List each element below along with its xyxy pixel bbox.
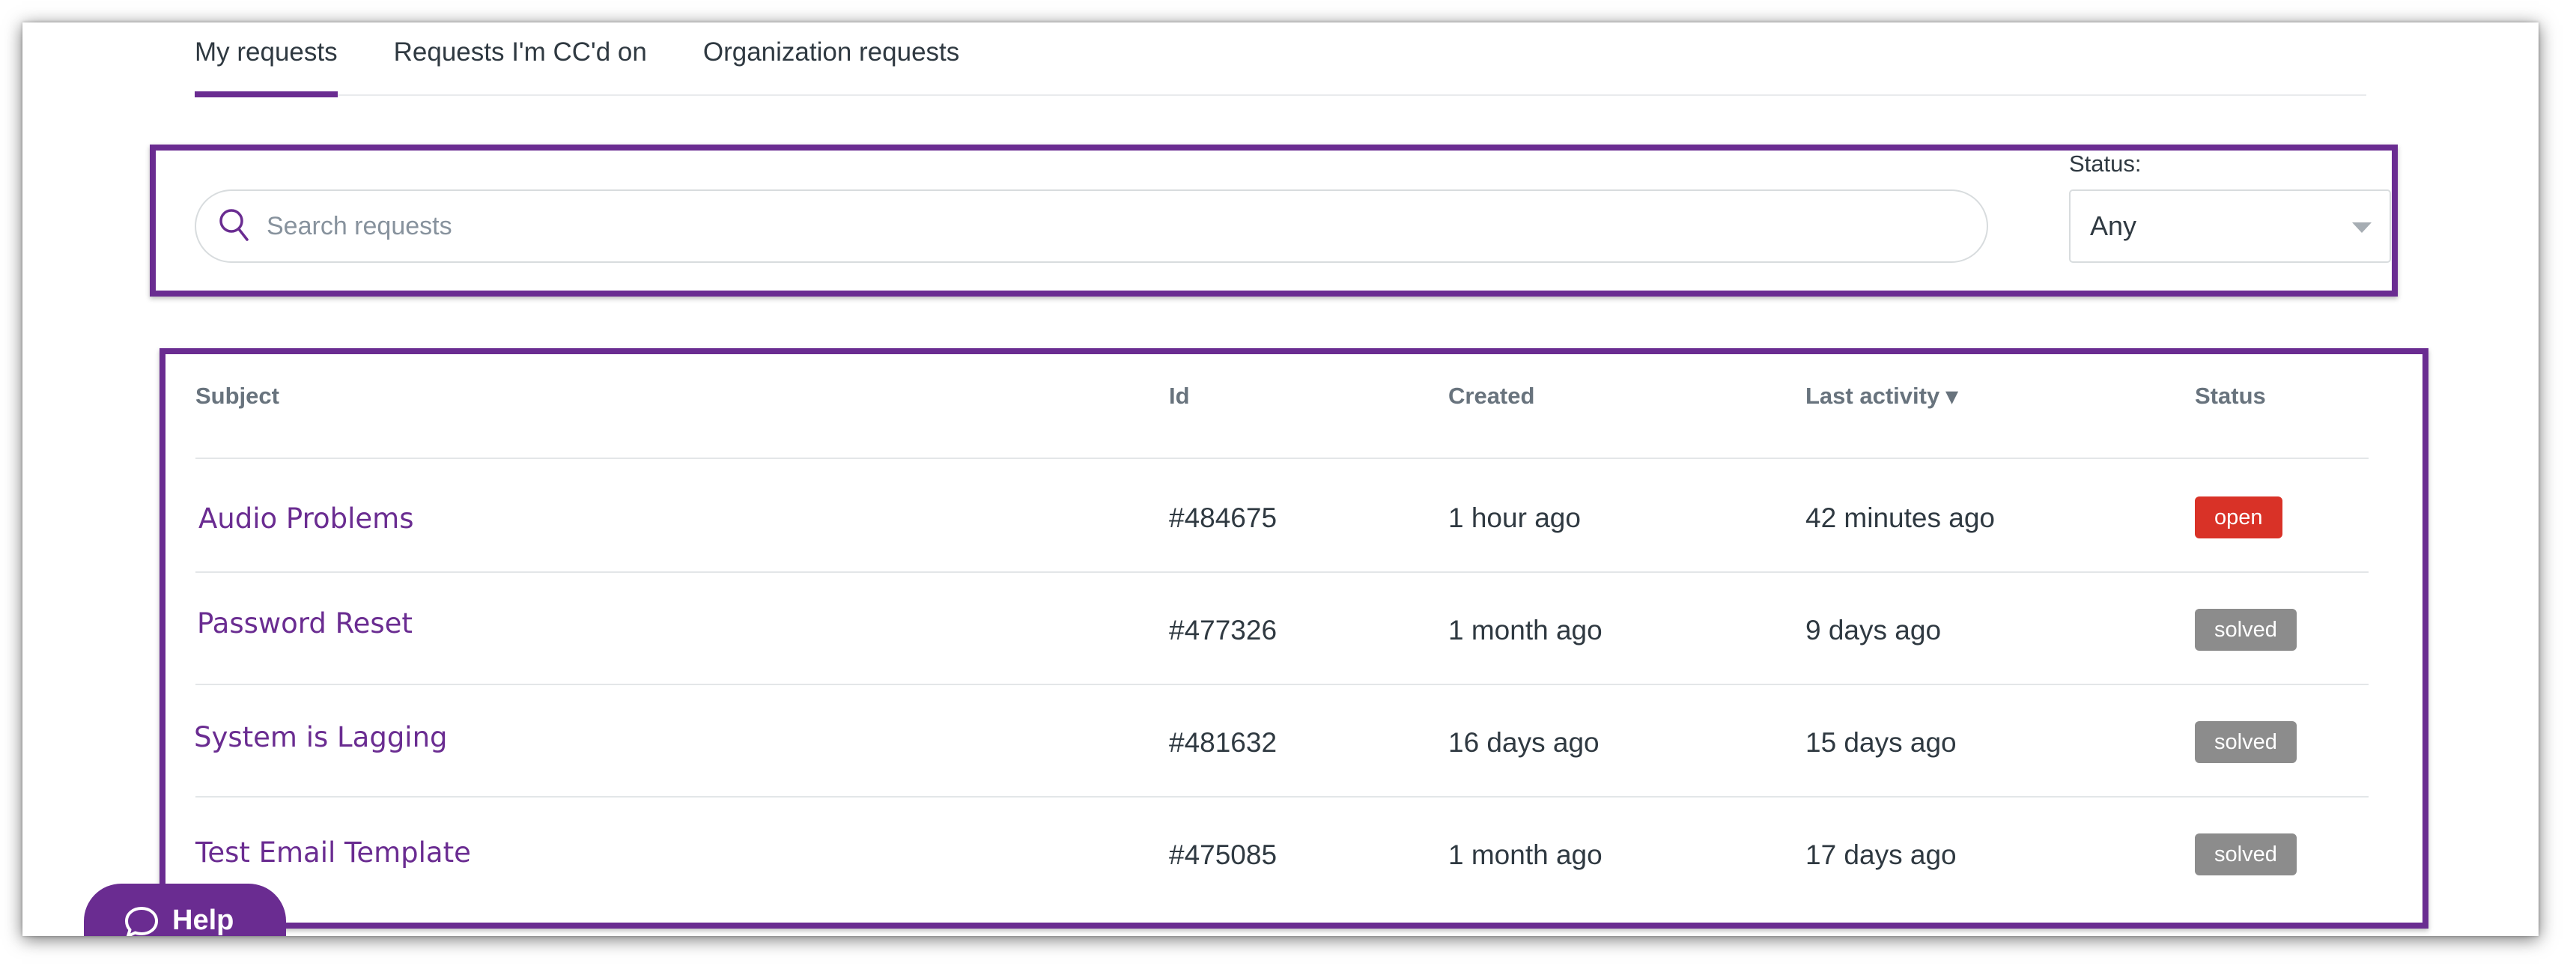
request-id: #475085	[1169, 839, 1278, 870]
request-subject-link[interactable]: Password Reset	[197, 607, 413, 640]
request-subject-link[interactable]: Test Email Template	[195, 836, 471, 869]
request-created: 1 month ago	[1448, 839, 1603, 870]
request-created: 1 month ago	[1448, 615, 1603, 646]
column-header-last-activity[interactable]: Last activity ▾	[1805, 383, 1957, 410]
table-row[interactable]: System is Lagging #481632 16 days ago 15…	[194, 685, 2369, 798]
request-last-activity: 42 minutes ago	[1805, 502, 1996, 533]
chat-bubble-icon	[123, 905, 172, 936]
request-subject-link[interactable]: Audio Problems	[198, 502, 413, 535]
tab-cc-requests[interactable]: Requests I'm CC'd on	[394, 22, 647, 96]
request-tabs: My requests Requests I'm CC'd on Organiz…	[195, 22, 2366, 97]
column-header-created[interactable]: Created	[1448, 383, 1534, 410]
request-subject-link[interactable]: System is Lagging	[194, 721, 448, 753]
column-header-status[interactable]: Status	[2195, 383, 2266, 410]
status-filter-label: Status:	[2069, 151, 2142, 177]
status-badge: solved	[2195, 609, 2297, 651]
request-last-activity: 9 days ago	[1805, 615, 1942, 646]
status-badge: solved	[2195, 833, 2297, 875]
column-header-id[interactable]: Id	[1169, 383, 1190, 410]
request-id: #484675	[1169, 502, 1278, 533]
tab-my-requests[interactable]: My requests	[195, 22, 338, 97]
search-filter-highlight: Status: Any	[150, 145, 2398, 297]
table-header: Subject Id Created Last activity ▾ Statu…	[195, 354, 2369, 459]
request-id: #477326	[1169, 615, 1278, 646]
table-row[interactable]: Password Reset #477326 1 month ago 9 day…	[195, 573, 2369, 685]
column-header-subject[interactable]: Subject	[195, 383, 279, 410]
help-launcher-button[interactable]: Help	[84, 884, 286, 936]
status-badge: solved	[2195, 721, 2297, 763]
search-box[interactable]	[195, 189, 1988, 263]
chevron-down-icon	[2352, 222, 2372, 233]
table-row[interactable]: Test Email Template #475085 1 month ago …	[195, 798, 2369, 910]
request-last-activity: 15 days ago	[1805, 727, 1957, 758]
request-id: #481632	[1169, 727, 1278, 758]
page-frame: My requests Requests I'm CC'd on Organiz…	[22, 22, 2539, 936]
status-select-value: Any	[2090, 210, 2137, 241]
table-row[interactable]: Audio Problems #484675 1 hour ago 42 min…	[195, 461, 2369, 573]
tab-organization-requests[interactable]: Organization requests	[703, 22, 959, 96]
request-last-activity: 17 days ago	[1805, 839, 1957, 870]
search-icon	[217, 207, 250, 246]
status-select[interactable]: Any	[2069, 189, 2391, 263]
request-created: 16 days ago	[1448, 727, 1600, 758]
status-badge: open	[2195, 496, 2282, 538]
search-input[interactable]	[267, 211, 1914, 241]
help-label: Help	[172, 905, 234, 936]
requests-table: Subject Id Created Last activity ▾ Statu…	[160, 348, 2428, 929]
request-created: 1 hour ago	[1448, 502, 1581, 533]
